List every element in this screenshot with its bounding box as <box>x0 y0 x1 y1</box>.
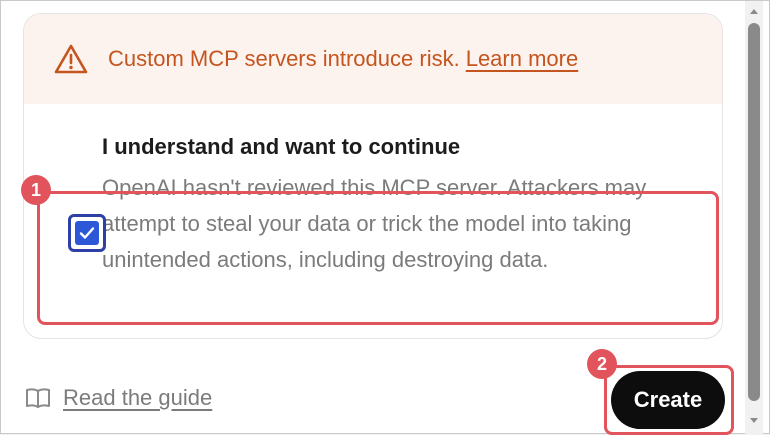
risk-card: Custom MCP servers introduce risk. Learn… <box>23 13 723 339</box>
scrollbar-thumb[interactable] <box>748 23 760 401</box>
read-guide-label: Read the guide <box>63 385 213 410</box>
warning-banner: Custom MCP servers introduce risk. Learn… <box>24 14 722 104</box>
scroll-up-arrow-icon[interactable] <box>748 5 760 17</box>
scroll-down-arrow-icon[interactable] <box>748 415 760 427</box>
annotation-badge-1: 1 <box>21 175 51 205</box>
consent-title: I understand and want to continue <box>102 134 461 159</box>
read-guide-link[interactable]: Read the guide <box>25 385 212 411</box>
checkbox-checked-fill <box>75 221 99 245</box>
dialog-frame: Custom MCP servers introduce risk. Learn… <box>0 0 770 435</box>
create-button[interactable]: Create <box>611 371 725 429</box>
annotation-badge-2: 2 <box>587 349 617 379</box>
warning-message: Custom MCP servers introduce risk. <box>108 46 460 71</box>
scrollbar[interactable] <box>745 1 763 435</box>
checkmark-icon <box>79 227 95 239</box>
consent-description: OpenAI hasn't reviewed this MCP server. … <box>102 175 647 272</box>
consent-checkbox[interactable] <box>68 214 106 252</box>
book-icon <box>26 388 50 408</box>
warning-triangle-icon <box>54 44 88 74</box>
learn-more-link[interactable]: Learn more <box>466 46 579 72</box>
